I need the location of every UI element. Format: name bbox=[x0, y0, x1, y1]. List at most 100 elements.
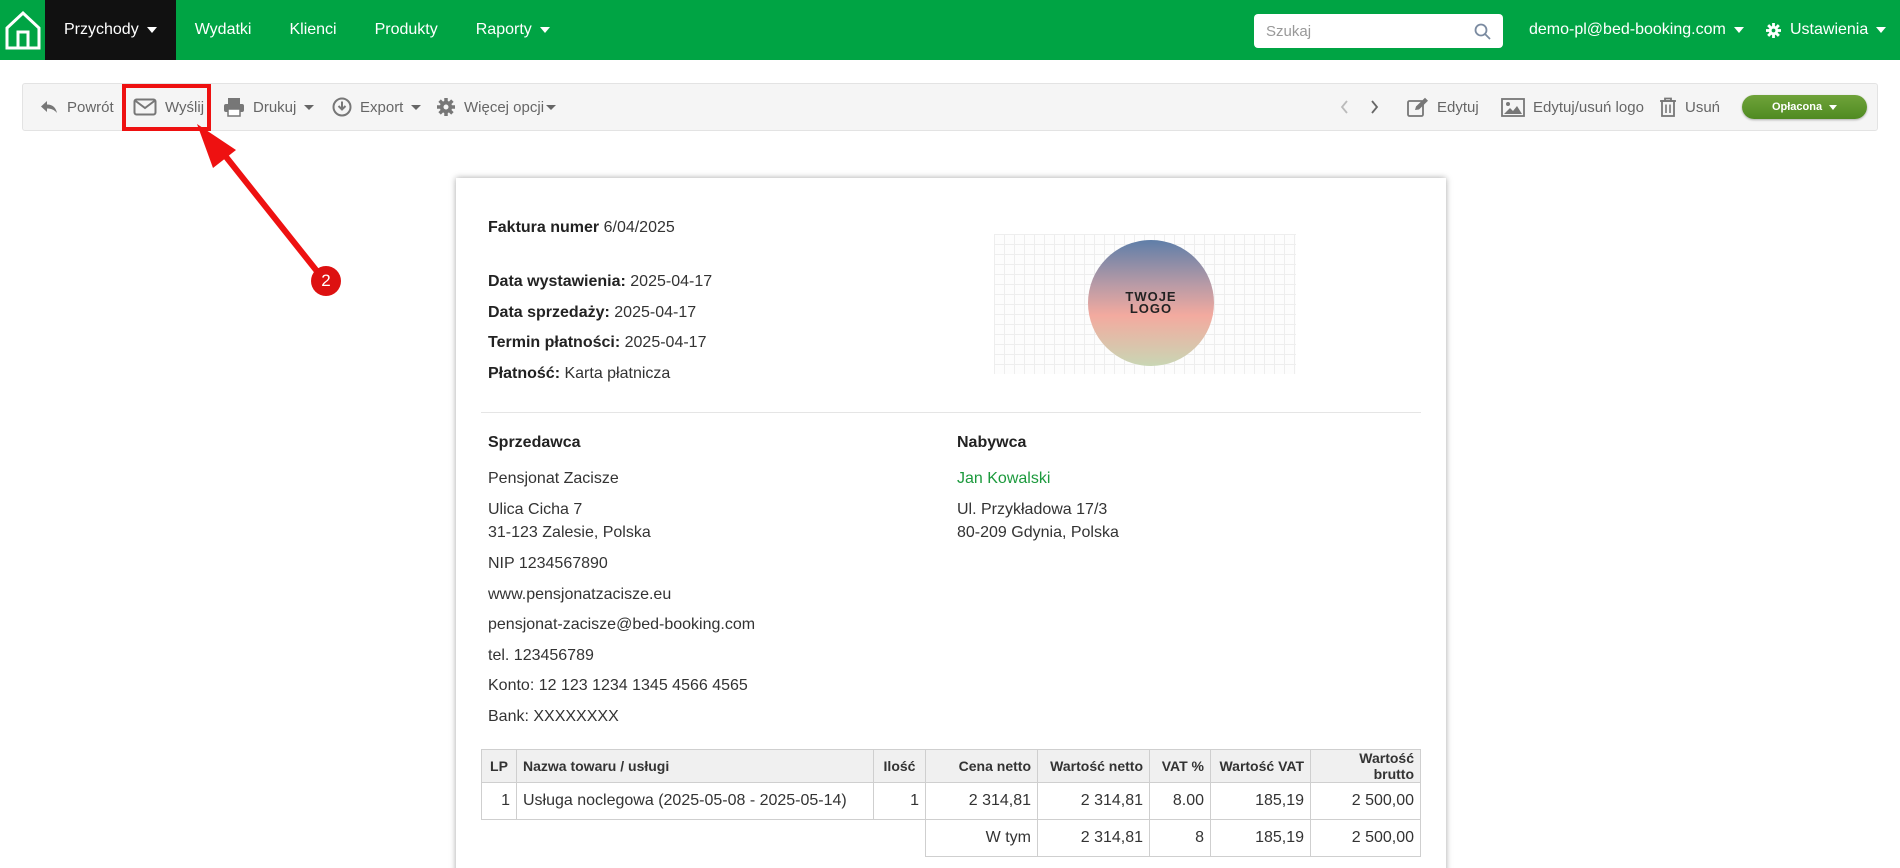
buyer-street: Ul. Przykładowa 17/3 bbox=[957, 501, 1108, 518]
column-header: Wartość VAT bbox=[1210, 749, 1311, 783]
next-invoice-button[interactable] bbox=[1369, 84, 1387, 130]
divider bbox=[481, 412, 1421, 413]
table-cell: 8 bbox=[1149, 819, 1211, 857]
empty-cell bbox=[482, 820, 517, 857]
search-input[interactable] bbox=[1266, 22, 1474, 40]
previous-invoice-button[interactable] bbox=[1340, 84, 1358, 130]
seller-email: pensjonat-zacisze@bed-booking.com bbox=[488, 616, 756, 633]
caret-down-icon bbox=[539, 27, 550, 33]
logo-placeholder: TWOJE LOGO bbox=[994, 234, 1296, 374]
nav-produkty-label: Produkty bbox=[374, 21, 438, 38]
nav-produkty[interactable]: Produkty bbox=[356, 0, 457, 60]
nav-przychody-label: Przychody bbox=[64, 21, 139, 38]
home-icon bbox=[5, 10, 40, 50]
table-cell: 1 bbox=[481, 782, 517, 820]
nav-klienci[interactable]: Klienci bbox=[270, 0, 355, 60]
due-date: Termin płatności: 2025-04-17 bbox=[488, 334, 706, 352]
table-cell: 2 500,00 bbox=[1310, 819, 1421, 857]
invoice-number-value: 6/04/2025 bbox=[603, 219, 675, 236]
seller-heading: Sprzedawca bbox=[488, 434, 580, 452]
column-header: Nazwa towaru / usługi bbox=[516, 749, 874, 783]
invoice-items-table: LP Nazwa towaru / usługi Ilość Cena nett… bbox=[481, 749, 1421, 857]
column-header: Wartość netto bbox=[1037, 749, 1150, 783]
delete-label: Usuń bbox=[1685, 98, 1721, 116]
seller-heading-text: Sprzedawca bbox=[488, 434, 581, 451]
chevron-right-icon bbox=[1371, 100, 1379, 114]
edit-button[interactable]: Edytuj bbox=[1407, 84, 1479, 130]
seller-phone: tel. 123456789 bbox=[488, 647, 594, 664]
item-name-link[interactable]: Usługa noclegowa (2025-05-08 - 2025-05-1… bbox=[516, 782, 874, 820]
more-options-button[interactable]: Więcej opcji bbox=[436, 84, 557, 130]
buyer-name-link[interactable]: Jan Kowalski bbox=[957, 470, 1050, 488]
table-cell: 2 500,00 bbox=[1310, 782, 1421, 820]
edit-logo-label: Edytuj/usuń logo bbox=[1533, 98, 1644, 116]
empty-cell bbox=[874, 820, 926, 857]
seller-nip: NIP 1234567890 bbox=[488, 555, 608, 572]
back-label: Powrót bbox=[67, 98, 114, 116]
column-header: VAT % bbox=[1149, 749, 1211, 783]
home-button[interactable] bbox=[0, 0, 45, 60]
settings-menu[interactable]: Ustawienia bbox=[1766, 0, 1887, 60]
table-cell: 185,19 bbox=[1210, 782, 1311, 820]
seller-website: www.pensjonatzacisze.eu bbox=[488, 586, 672, 603]
seller-street: Ulica Cicha 7 bbox=[488, 501, 583, 518]
edit-label: Edytuj bbox=[1437, 98, 1479, 116]
search-icon[interactable] bbox=[1474, 23, 1491, 40]
edit-icon bbox=[1407, 97, 1428, 117]
nav-wydatki[interactable]: Wydatki bbox=[176, 0, 271, 60]
nav-raporty[interactable]: Raporty bbox=[457, 0, 569, 60]
settings-label: Ustawienia bbox=[1790, 21, 1869, 38]
column-header: LP bbox=[481, 749, 517, 783]
user-menu[interactable]: demo-pl@bed-booking.com bbox=[1529, 0, 1744, 60]
invoice-toolbar: Powrót Wyślij Drukuj Export Więcej opcji… bbox=[22, 83, 1878, 131]
company-logo: TWOJE LOGO bbox=[1088, 240, 1214, 366]
seller-name: Pensjonat Zacisze bbox=[488, 470, 619, 487]
table-cell: W tym bbox=[925, 819, 1038, 857]
download-circle-icon bbox=[332, 97, 352, 117]
table-row: 1 Usługa noclegowa (2025-05-08 - 2025-05… bbox=[481, 782, 1421, 820]
sale-date-value: 2025-04-17 bbox=[614, 304, 697, 321]
gear-icon bbox=[1766, 22, 1781, 38]
caret-down-icon bbox=[546, 104, 557, 110]
table-header-row: LP Nazwa towaru / usługi Ilość Cena nett… bbox=[481, 749, 1421, 783]
column-header: Cena netto bbox=[925, 749, 1038, 783]
issue-date-label: Data wystawienia: bbox=[488, 273, 626, 290]
chevron-left-icon bbox=[1340, 100, 1348, 114]
buyer-heading: Nabywca bbox=[957, 434, 1026, 452]
delete-button[interactable]: Usuń bbox=[1659, 84, 1720, 130]
nav-wydatki-label: Wydatki bbox=[194, 21, 252, 38]
nav-przychody[interactable]: Przychody bbox=[45, 0, 176, 60]
trash-icon bbox=[1660, 97, 1676, 117]
payment-status-button[interactable]: Opłacona bbox=[1742, 95, 1867, 119]
issue-date: Data wystawienia: 2025-04-17 bbox=[488, 273, 712, 291]
payment-method-label: Płatność: bbox=[488, 365, 561, 382]
invoice-number-label: Faktura numer bbox=[488, 219, 600, 236]
nav-raporty-label: Raporty bbox=[475, 21, 532, 38]
buyer-heading-text: Nabywca bbox=[957, 434, 1027, 451]
invoice-number: Faktura numer 6/04/2025 bbox=[488, 219, 675, 237]
sale-date-label: Data sprzedaży: bbox=[488, 304, 610, 321]
print-label: Drukuj bbox=[253, 98, 297, 116]
payment-status-label: Opłacona bbox=[1771, 101, 1823, 113]
export-button[interactable]: Export bbox=[332, 84, 422, 130]
table-cell: 1 bbox=[873, 782, 926, 820]
caret-down-icon bbox=[411, 104, 422, 110]
invoice-document: Faktura numer 6/04/2025 Data wystawienia… bbox=[456, 178, 1446, 868]
edit-logo-button[interactable]: Edytuj/usuń logo bbox=[1501, 84, 1644, 130]
export-label: Export bbox=[360, 98, 404, 116]
due-date-value: 2025-04-17 bbox=[624, 334, 707, 351]
payment-method-value: Karta płatnicza bbox=[564, 365, 671, 382]
seller-bank: Bank: XXXXXXXX bbox=[488, 708, 619, 725]
logo-text: TWOJE LOGO bbox=[1125, 289, 1177, 316]
print-button[interactable]: Drukuj bbox=[223, 84, 315, 130]
caret-down-icon bbox=[1876, 27, 1887, 33]
sale-date: Data sprzedaży: 2025-04-17 bbox=[488, 304, 696, 322]
gear-icon bbox=[437, 98, 455, 116]
buyer-city: 80-209 Gdynia, Polska bbox=[957, 524, 1119, 541]
user-email: demo-pl@bed-booking.com bbox=[1529, 21, 1726, 38]
back-button[interactable]: Powrót bbox=[39, 84, 114, 130]
caret-down-icon bbox=[146, 27, 157, 33]
caret-down-icon bbox=[1829, 104, 1838, 110]
payment-method: Płatność: Karta płatnicza bbox=[488, 365, 670, 383]
table-subtotal-row: W tym 2 314,81 8 185,19 2 500,00 bbox=[482, 819, 1421, 857]
